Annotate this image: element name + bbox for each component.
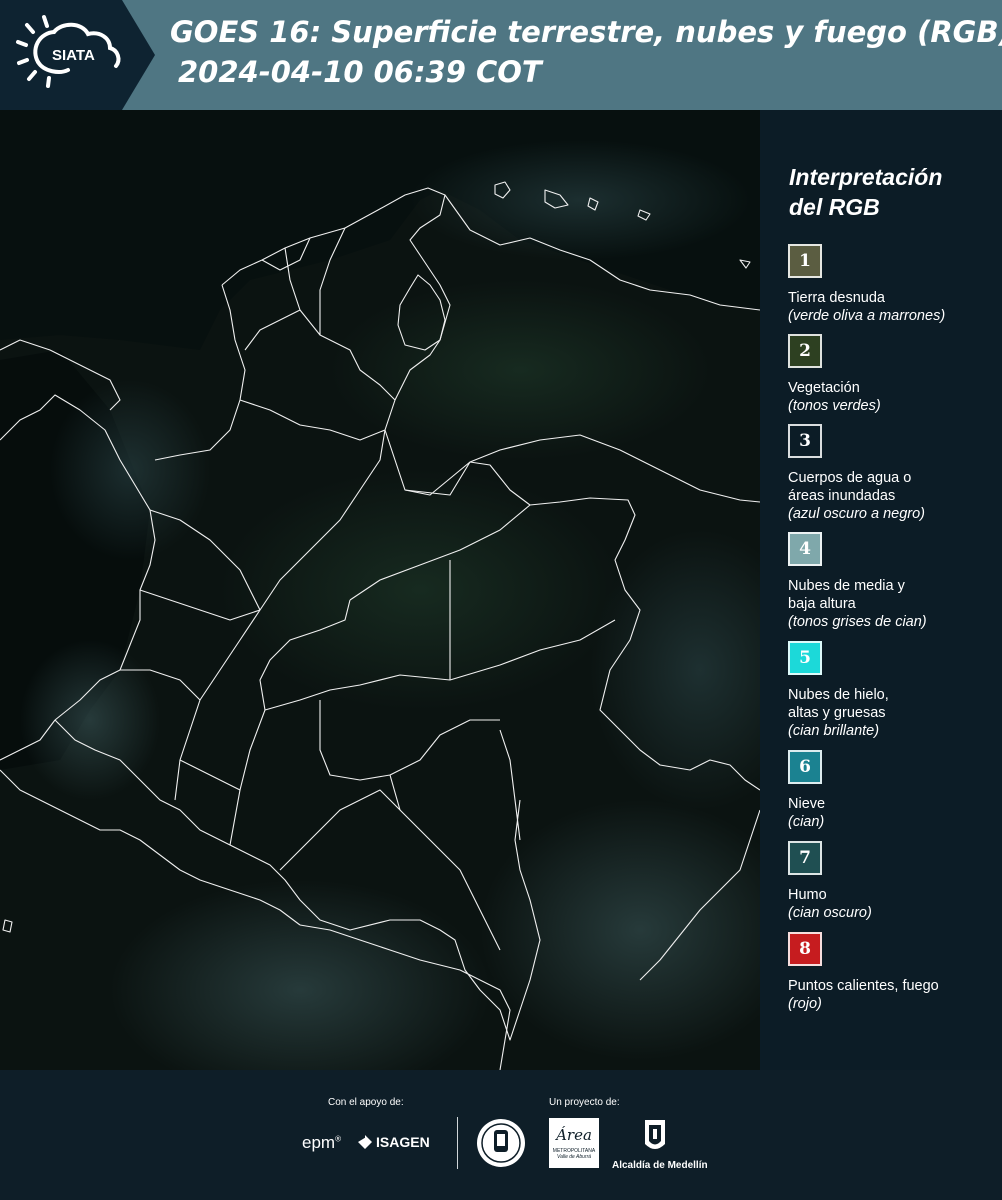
legend-item-label: Humo: [788, 887, 827, 903]
legend-swatch: 2: [788, 334, 822, 368]
university-seal-icon: [477, 1119, 525, 1167]
project-caption: Un proyecto de:: [549, 1097, 620, 1108]
legend-item-note: (cian oscuro): [788, 905, 872, 921]
siata-logo-text: SIATA: [52, 47, 95, 64]
area-metropolitana-logo: Área METROPOLITANA Valle de Aburrá: [549, 1118, 599, 1168]
legend-item-label: Nieve: [788, 796, 826, 812]
legend-swatch: 6: [788, 750, 822, 784]
legend-swatch: 5: [788, 641, 822, 675]
legend-swatch: 7: [788, 841, 822, 875]
legend-item-note: (verde oliva a marrones): [788, 308, 946, 324]
legend-swatch: 4: [788, 532, 822, 566]
legend-item-snow: 6 Nieve (cian): [788, 750, 993, 831]
legend-item-label: Vegetación: [788, 380, 860, 396]
legend-title-line2: del RGB: [789, 194, 880, 220]
legend-item-bare-land: 1 Tierra desnuda (verde oliva a marrones…: [788, 244, 993, 325]
legend-item-note: (tonos grises de cian): [788, 614, 927, 630]
legend-item-note: (cian): [788, 814, 825, 830]
header-bar: SIATA GOES 16: Superficie terrestre, nub…: [0, 0, 1002, 110]
legend-item-label: Nubes de media y baja altura: [788, 578, 905, 612]
isagen-icon: [358, 1135, 372, 1149]
epm-logo: epm®: [302, 1133, 341, 1152]
footer-divider: [457, 1117, 458, 1169]
cloud-area: [20, 640, 160, 800]
map-canvas: [0, 110, 760, 1070]
legend-swatch: 3: [788, 424, 822, 458]
rgb-legend: Interpretación del RGB 1 Tierra desnuda …: [772, 110, 997, 1070]
legend-item-label: Puntos calientes, fuego: [788, 978, 939, 994]
legend-item-label: Tierra desnuda: [788, 290, 885, 306]
alcaldia-logo-text: Alcaldía de Medellín: [612, 1160, 708, 1171]
legend-item-note: (rojo): [788, 996, 822, 1012]
legend-item-note: (azul oscuro a negro): [788, 506, 926, 522]
vegetation-area: [220, 470, 620, 710]
legend-item-label: Nubes de hielo, altas y gruesas: [788, 687, 889, 721]
legend-item-water: 3 Cuerpos de agua o áreas inundadas (azu…: [788, 424, 993, 523]
cloud-area: [410, 140, 750, 260]
isagen-logo-text: ISAGEN: [376, 1134, 430, 1150]
page-title: GOES 16: Superficie terrestre, nubes y f…: [170, 15, 1002, 49]
support-caption: Con el apoyo de:: [328, 1097, 404, 1108]
isagen-logo: ISAGEN: [358, 1134, 430, 1150]
area-logo-text: Área: [556, 1126, 592, 1144]
legend-item-fire: 8 Puntos calientes, fuego (rojo): [788, 932, 993, 1013]
medellin-coat-of-arms-icon: [645, 1120, 665, 1149]
legend-item-note: (cian brillante): [788, 723, 880, 739]
epm-logo-text: epm: [302, 1133, 336, 1152]
legend-item-vegetation: 2 Vegetación (tonos verdes): [788, 334, 993, 415]
legend-item-label: Cuerpos de agua o áreas inundadas: [788, 470, 912, 504]
legend-title-line1: Interpretación: [789, 164, 943, 190]
footer: Con el apoyo de: Un proyecto de: epm® IS…: [0, 1070, 1002, 1200]
legend-swatch: 8: [788, 932, 822, 966]
legend-title: Interpretación del RGB: [789, 162, 942, 222]
legend-item-smoke: 7 Humo (cian oscuro): [788, 841, 993, 922]
legend-item-note: (tonos verdes): [788, 398, 881, 414]
legend-item-ice-clouds: 5 Nubes de hielo, altas y gruesas (cian …: [788, 641, 993, 740]
legend-item-low-clouds: 4 Nubes de media y baja altura (tonos gr…: [788, 532, 993, 631]
page-timestamp: 2024-04-10 06:39 COT: [178, 55, 542, 89]
satellite-map[interactable]: [0, 110, 760, 1070]
siata-logo: SIATA: [0, 0, 155, 110]
legend-swatch: 1: [788, 244, 822, 278]
area-logo-subtext2: Valle de Aburrá: [556, 1154, 592, 1160]
vegetation-area: [330, 280, 710, 460]
